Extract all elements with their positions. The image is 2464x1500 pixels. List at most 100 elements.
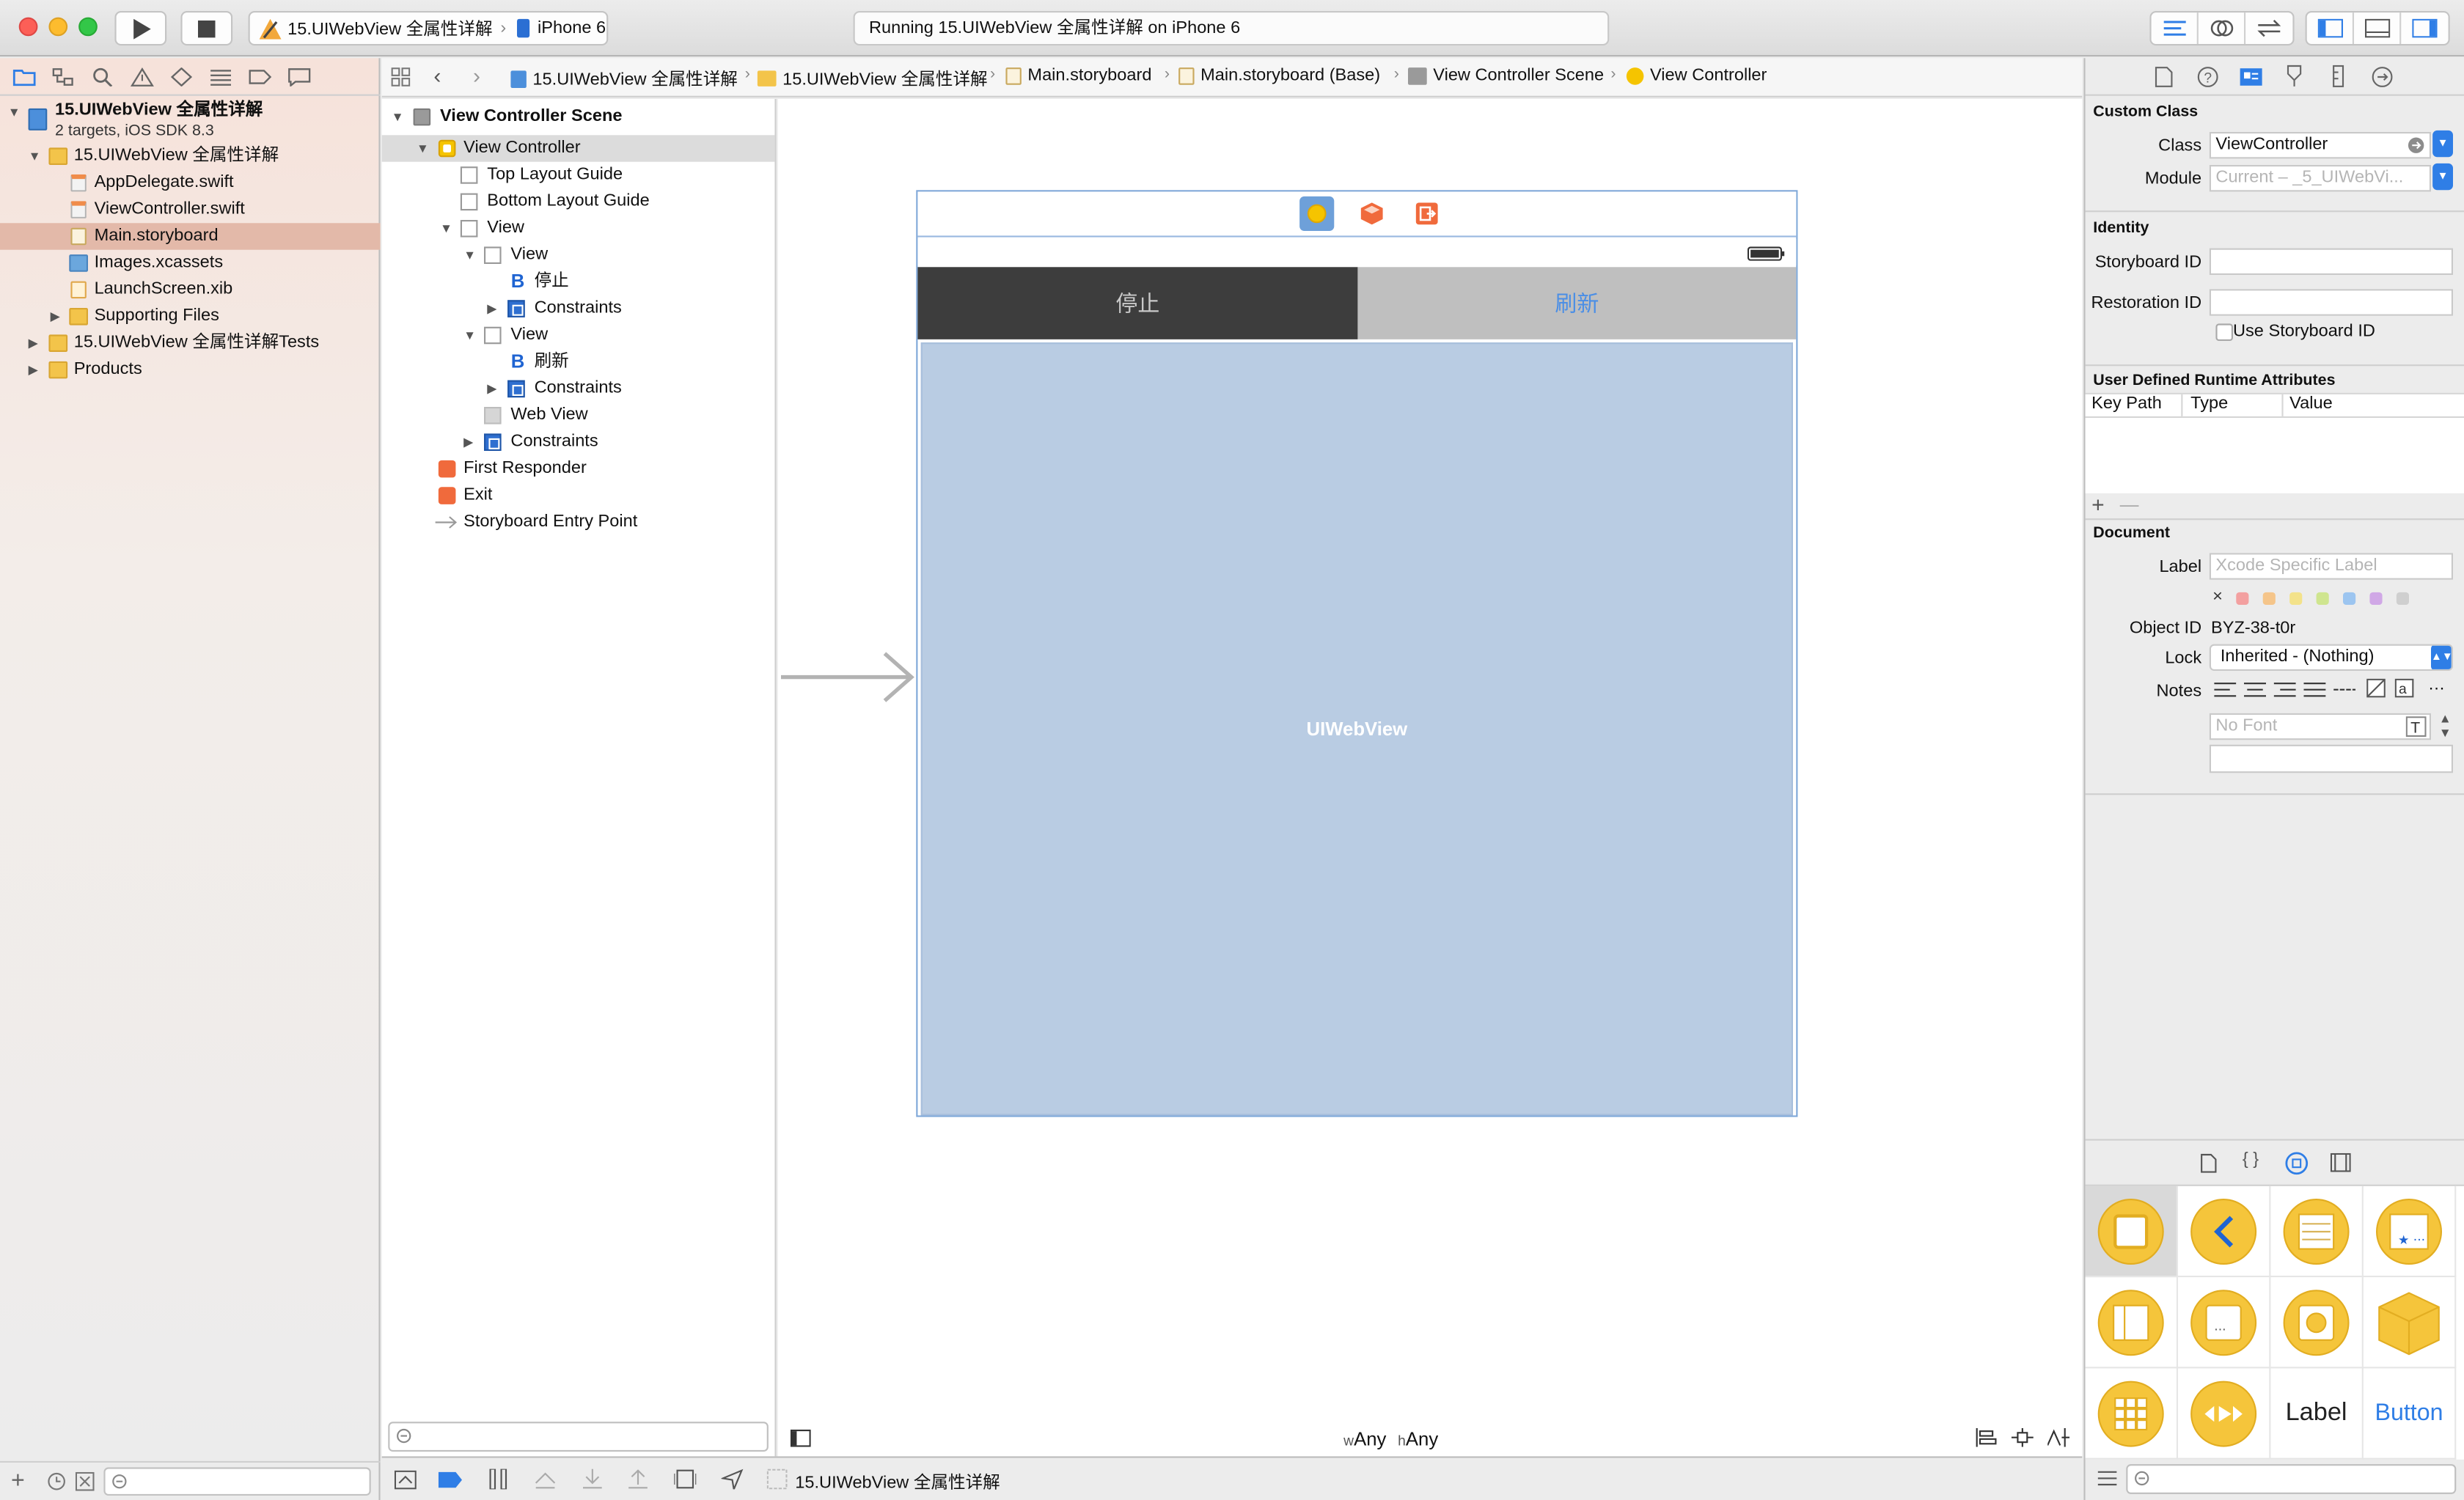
identity-inspector-icon[interactable] — [2240, 66, 2263, 88]
step-out-icon[interactable] — [627, 1469, 649, 1490]
disclosure-open-icon[interactable]: ▼ — [29, 143, 43, 169]
toggle-navigator-button[interactable] — [2307, 12, 2354, 44]
outline-row-constraints-1[interactable]: ▶ Constraints — [382, 295, 775, 322]
quick-help-icon[interactable]: ? — [2197, 66, 2219, 88]
disclosure-open-icon[interactable]: ▼ — [463, 242, 477, 268]
notes-text-area[interactable] — [2209, 744, 2453, 773]
crumb-scene[interactable]: View Controller Scene — [1408, 66, 1604, 85]
symbol-navigator-icon[interactable] — [52, 67, 76, 86]
scheme-selector[interactable]: 15.UIWebView 全属性详解 › iPhone 6 — [248, 11, 609, 46]
class-field[interactable]: ViewController — [2209, 132, 2431, 159]
crumb-group[interactable]: 15.UIWebView 全属性详解 — [757, 66, 988, 91]
exit-icon[interactable] — [1415, 202, 1438, 225]
outline-row-subview-1[interactable]: ▼ View — [382, 242, 775, 268]
disclosure-closed-icon[interactable]: ▶ — [29, 356, 43, 383]
align-left-icon[interactable] — [2214, 682, 2237, 697]
dock-view-controller-icon[interactable] — [1299, 196, 1335, 231]
recent-files-icon[interactable] — [47, 1472, 66, 1491]
zoom-window-button[interactable] — [78, 17, 98, 37]
font-size-stepper[interactable]: ▲ ▼ — [2439, 712, 2452, 740]
toggle-utilities-button[interactable] — [2401, 12, 2448, 44]
nav-item-main-storyboard[interactable]: Main.storyboard — [0, 223, 381, 250]
library-item-av-player-controller[interactable] — [2178, 1368, 2271, 1460]
add-attribute-button[interactable]: + — [2091, 492, 2105, 517]
size-inspector-icon[interactable] — [2331, 65, 2346, 88]
restoration-id-input[interactable] — [2209, 289, 2453, 316]
crumb-storyboard-base[interactable]: Main.storyboard (Base) — [1178, 66, 1380, 85]
step-over-icon[interactable] — [535, 1469, 557, 1490]
pin-icon[interactable] — [2011, 1427, 2034, 1447]
forward-button[interactable]: › — [473, 63, 480, 88]
disclosure-closed-icon[interactable]: ▶ — [487, 295, 501, 322]
class-dropdown-button[interactable]: ▼ — [2432, 130, 2453, 158]
library-filter-input[interactable] — [2126, 1464, 2457, 1494]
label-color-red[interactable] — [2236, 592, 2249, 605]
minimize-window-button[interactable] — [48, 17, 68, 37]
module-dropdown-button[interactable]: ▼ — [2432, 163, 2453, 191]
nav-item-products[interactable]: ▶ Products — [0, 356, 381, 383]
code-snippet-icon[interactable]: { } — [2243, 1150, 2259, 1169]
disclosure-open-icon[interactable]: ▼ — [440, 216, 454, 242]
lock-popup[interactable]: Inherited - (Nothing) ▲▼ — [2209, 644, 2453, 671]
connections-inspector-icon[interactable] — [2372, 66, 2394, 88]
storyboard-canvas[interactable]: 停止 刷新 UIWebView wAny hAny — [777, 99, 2083, 1457]
font-picker-icon[interactable]: T — [2405, 716, 2427, 737]
nav-item-supporting-files[interactable]: ▶ Supporting Files — [0, 304, 381, 330]
report-navigator-icon[interactable] — [287, 67, 311, 86]
library-item-navigation-controller[interactable] — [2178, 1185, 2271, 1278]
search-icon[interactable] — [91, 67, 114, 86]
folder-icon[interactable] — [12, 67, 36, 86]
outline-row-subview-2[interactable]: ▼ View — [382, 322, 775, 348]
back-button[interactable]: ‹ — [433, 63, 441, 88]
label-color-gray[interactable] — [2396, 592, 2409, 605]
related-items-icon[interactable] — [391, 67, 411, 87]
disclosure-closed-icon[interactable]: ▶ — [51, 304, 65, 330]
disclosure-closed-icon[interactable]: ▶ — [463, 429, 477, 455]
view-controller-frame[interactable]: 停止 刷新 UIWebView — [916, 190, 1798, 1117]
assistant-editor-button[interactable] — [2199, 12, 2246, 44]
pause-icon[interactable] — [488, 1468, 507, 1490]
stop-button[interactable] — [180, 11, 233, 46]
breakpoint-icon[interactable] — [249, 67, 272, 86]
warning-icon[interactable] — [130, 67, 154, 86]
module-field[interactable]: Current – _5_UIWebVi... — [2209, 165, 2431, 192]
toggle-debug-area-button[interactable] — [2354, 12, 2402, 44]
disclosure-closed-icon[interactable]: ▶ — [29, 330, 43, 356]
label-color-orange[interactable] — [2262, 592, 2276, 605]
xcode-label-input[interactable]: Xcode Specific Label — [2209, 553, 2453, 580]
align-right-icon[interactable] — [2273, 682, 2296, 697]
close-window-button[interactable] — [18, 17, 38, 37]
text-attributes-icon[interactable]: a — [2394, 678, 2414, 698]
outline-row-web-view[interactable]: Web View — [382, 402, 775, 429]
crumb-view-controller[interactable]: View Controller — [1626, 66, 1767, 85]
outline-filter-input[interactable] — [388, 1422, 769, 1452]
entry-point-arrow[interactable] — [778, 649, 920, 705]
disclosure-open-icon[interactable]: ▼ — [417, 135, 430, 161]
label-color-blue[interactable] — [2343, 592, 2356, 605]
outline-row-top-layout-guide[interactable]: Top Layout Guide — [382, 162, 775, 188]
library-item-label[interactable]: Label — [2270, 1368, 2364, 1460]
storyboard-id-input[interactable] — [2209, 248, 2453, 275]
library-item-view-controller[interactable] — [2085, 1185, 2178, 1278]
hide-debug-area-icon[interactable] — [394, 1470, 417, 1490]
nav-item-images[interactable]: Images.xcassets — [0, 250, 381, 276]
view-debugger-icon[interactable] — [674, 1469, 697, 1490]
library-item-split-view-controller[interactable] — [2085, 1277, 2178, 1369]
location-icon[interactable] — [721, 1468, 744, 1490]
outline-row-first-responder[interactable]: First Responder — [382, 455, 775, 482]
go-to-class-icon[interactable] — [2408, 136, 2425, 154]
runtime-attributes-table[interactable] — [2085, 418, 2464, 493]
library-item-glkit-view-controller[interactable] — [2270, 1277, 2364, 1369]
attributes-inspector-icon[interactable] — [2285, 65, 2304, 88]
test-navigator-icon[interactable] — [169, 67, 193, 86]
stop-ui-button[interactable]: 停止 — [917, 267, 1358, 339]
first-responder-icon[interactable] — [1360, 202, 1383, 225]
refresh-ui-button[interactable]: 刷新 — [1357, 267, 1797, 339]
library-item-collection-view-controller[interactable] — [2085, 1368, 2178, 1460]
nav-item-appdelegate[interactable]: AppDelegate.swift — [0, 169, 381, 196]
crumb-project[interactable]: 15.UIWebView 全属性详解 — [510, 66, 738, 91]
ui-web-view[interactable]: UIWebView — [920, 342, 1793, 1116]
use-storyboard-id-checkbox[interactable] — [2215, 323, 2233, 341]
step-into-icon[interactable] — [582, 1468, 604, 1490]
resolve-issues-icon[interactable] — [2047, 1427, 2070, 1447]
